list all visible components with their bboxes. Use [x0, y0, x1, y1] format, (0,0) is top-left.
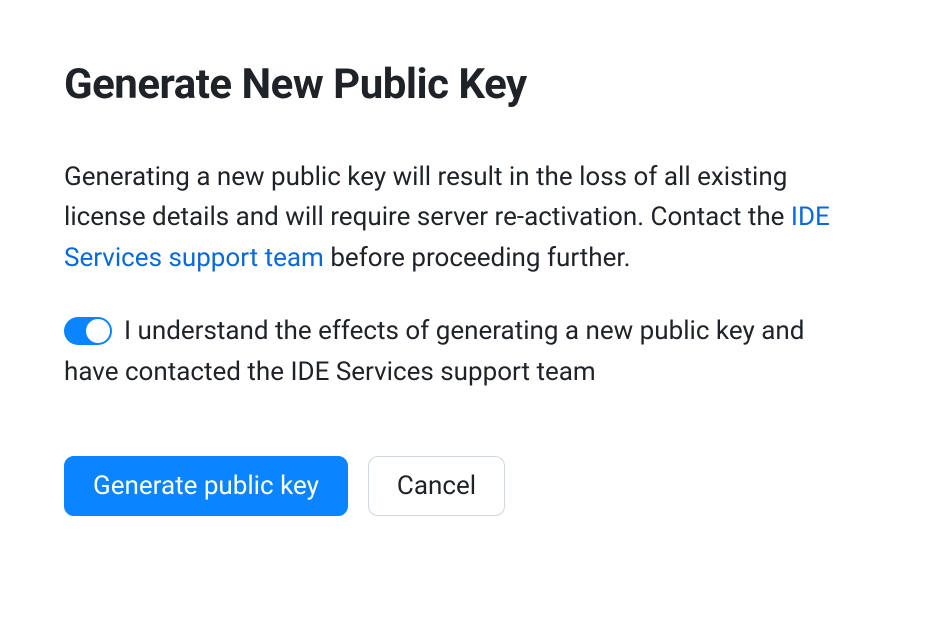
- dialog-button-row: Generate public key Cancel: [64, 456, 864, 516]
- dialog-title: Generate New Public Key: [64, 60, 864, 109]
- description-text-after: before proceeding further.: [324, 243, 631, 273]
- confirmation-toggle[interactable]: [64, 317, 112, 345]
- generate-public-key-button[interactable]: Generate public key: [64, 456, 348, 516]
- dialog-description: Generating a new public key will result …: [64, 157, 864, 278]
- description-text-before: Generating a new public key will result …: [64, 162, 791, 232]
- confirmation-toggle-row: I understand the effects of generating a…: [64, 310, 864, 393]
- cancel-button[interactable]: Cancel: [368, 456, 505, 516]
- toggle-knob: [86, 319, 110, 343]
- confirmation-toggle-label: I understand the effects of generating a…: [64, 316, 804, 387]
